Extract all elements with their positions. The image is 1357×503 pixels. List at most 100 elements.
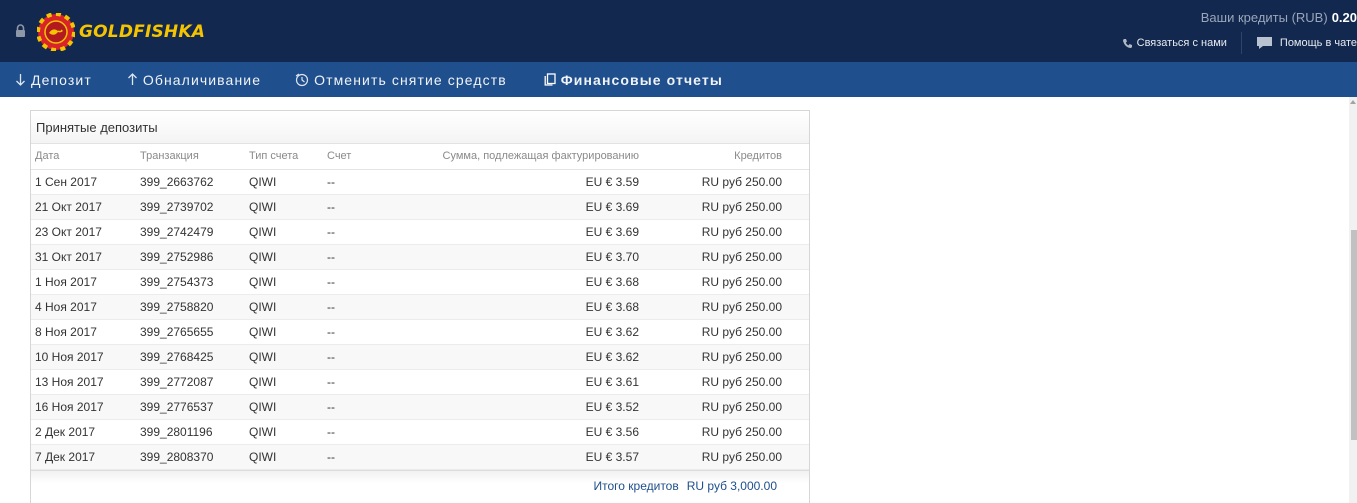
cell-transaction: 399_2772087 — [140, 369, 249, 395]
cell-account-type: QIWI — [249, 344, 327, 370]
cell-account: -- — [327, 269, 397, 295]
cell-invoice-amount: EU € 3.59 — [397, 169, 639, 195]
tab-deposit[interactable]: Депозит — [15, 62, 92, 97]
tab-reports-label: Финансовые отчеты — [560, 71, 723, 88]
accepted-deposits-panel: Принятые депозиты Дата Транзакция Тип сч… — [30, 110, 810, 503]
table-row: 23 Окт 2017 399_2742479 QIWI -- EU € 3.69 RU … — [31, 219, 809, 245]
cell-credits: RU руб 250.00 — [639, 369, 809, 395]
tab-cancel-withdrawal[interactable]: Отменить снятие средств — [295, 62, 507, 97]
cell-account: -- — [327, 419, 397, 445]
cell-account: -- — [327, 219, 397, 245]
cell-date: 8 Ноя 2017 — [31, 319, 140, 345]
cell-account-type: QIWI — [249, 444, 327, 470]
cell-transaction: 399_2754373 — [140, 269, 249, 295]
total-credits-row: Итого кредитов RU руб 3,000.00 — [31, 469, 809, 502]
credits-display: Ваши кредиты (RUB) 0.20 — [1201, 10, 1357, 25]
document-copy-icon — [544, 73, 556, 86]
col-credits: Кредитов — [639, 144, 809, 170]
cell-account-type: QIWI — [249, 269, 327, 295]
cell-date: 4 Ноя 2017 — [31, 294, 140, 320]
cell-credits: RU руб 250.00 — [639, 394, 809, 420]
chat-bubble-icon — [1256, 37, 1272, 49]
cell-date: 23 Окт 2017 — [31, 219, 140, 245]
cell-account-type: QIWI — [249, 294, 327, 320]
cell-date: 1 Ноя 2017 — [31, 269, 140, 295]
cell-account-type: QIWI — [249, 394, 327, 420]
cell-date: 10 Ноя 2017 — [31, 344, 140, 370]
cell-date: 7 Дек 2017 — [31, 444, 140, 470]
casino-chip-icon — [37, 13, 75, 51]
table-row: 4 Ноя 2017 399_2758820 QIWI -- EU € 3.68 RU р… — [31, 294, 809, 320]
table-row: 21 Окт 2017 399_2739702 QIWI -- EU € 3.69 RU … — [31, 194, 809, 220]
table-row: 2 Дек 2017 399_2801196 QIWI -- EU € 3.56 RU р… — [31, 419, 809, 445]
total-value: RU руб 3,000.00 — [686, 479, 777, 493]
arrow-up-icon — [127, 73, 137, 85]
lock-icon — [16, 24, 25, 37]
table-row: 1 Ноя 2017 399_2754373 QIWI -- EU € 3.68 RU р… — [31, 269, 809, 295]
contact-link[interactable]: Связаться с нами — [1122, 37, 1227, 49]
credits-value: 0.20 — [1331, 10, 1357, 25]
cell-account: -- — [327, 244, 397, 270]
table-row: 31 Окт 2017 399_2752986 QIWI -- EU € 3.70 RU … — [31, 244, 809, 270]
cell-account: -- — [327, 294, 397, 320]
cell-account-type: QIWI — [249, 194, 327, 220]
tab-cashout[interactable]: Обналичивание — [127, 62, 261, 97]
cell-account-type: QIWI — [249, 244, 327, 270]
cell-account-type: QIWI — [249, 419, 327, 445]
clock-cancel-icon — [295, 73, 309, 86]
table-row: 16 Ноя 2017 399_2776537 QIWI -- EU € 3.52 RU … — [31, 394, 809, 420]
brand-logo[interactable]: GOLDFISHKA — [37, 12, 205, 52]
table-header-row: Дата Транзакция Тип счета Счет Сумма, по… — [31, 144, 809, 170]
phone-icon — [1122, 38, 1132, 48]
cell-transaction: 399_2765655 — [140, 319, 249, 345]
cashier-nav: Депозит Обналичивание Отменить снятие ср… — [0, 62, 1357, 97]
cell-transaction: 399_2752986 — [140, 244, 249, 270]
cell-invoice-amount: EU € 3.68 — [397, 269, 639, 295]
scrollbar-thumb[interactable] — [1351, 230, 1357, 440]
cell-transaction: 399_2742479 — [140, 219, 249, 245]
table-row: 10 Ноя 2017 399_2768425 QIWI -- EU € 3.62 RU … — [31, 344, 809, 370]
credits-label: Ваши кредиты (RUB) — [1200, 10, 1328, 25]
table-row: 13 Ноя 2017 399_2772087 QIWI -- EU € 3.61 RU … — [31, 369, 809, 395]
cell-account: -- — [327, 319, 397, 345]
cell-invoice-amount: EU € 3.62 — [397, 319, 639, 345]
header-links: Связаться с нами Помощь в чате — [1122, 32, 1357, 54]
header-divider — [1240, 32, 1242, 54]
scroll-up-arrow-icon[interactable] — [1350, 100, 1356, 104]
cell-account-type: QIWI — [249, 169, 327, 195]
cell-credits: RU руб 250.00 — [639, 269, 809, 295]
top-header: GOLDFISHKA Ваши кредиты (RUB) 0.20 Связат… — [0, 0, 1357, 62]
cell-credits: RU руб 250.00 — [639, 444, 809, 470]
cell-transaction: 399_2776537 — [140, 394, 249, 420]
cell-invoice-amount: EU € 3.69 — [397, 194, 639, 220]
cell-transaction: 399_2663762 — [140, 169, 249, 195]
tab-deposit-label: Депозит — [31, 71, 92, 88]
cell-credits: RU руб 250.00 — [639, 294, 809, 320]
table-row: 8 Ноя 2017 399_2765655 QIWI -- EU € 3.62 RU р… — [31, 319, 809, 345]
cell-account: -- — [327, 394, 397, 420]
cell-date: 2 Дек 2017 — [31, 419, 140, 445]
cell-invoice-amount: EU € 3.57 — [397, 444, 639, 470]
cell-credits: RU руб 250.00 — [639, 319, 809, 345]
cell-transaction: 399_2801196 — [140, 419, 249, 445]
cell-date: 13 Ноя 2017 — [31, 369, 140, 395]
cell-account-type: QIWI — [249, 369, 327, 395]
cell-invoice-amount: EU € 3.52 — [397, 394, 639, 420]
cell-account: -- — [327, 444, 397, 470]
cell-invoice-amount: EU € 3.56 — [397, 419, 639, 445]
col-invoice-amount: Сумма, подлежащая фактурированию — [397, 144, 639, 170]
cell-credits: RU руб 250.00 — [639, 219, 809, 245]
cell-date: 16 Ноя 2017 — [31, 394, 140, 420]
total-label: Итого кредитов — [593, 479, 679, 493]
cell-credits: RU руб 250.00 — [639, 419, 809, 445]
cell-date: 31 Окт 2017 — [31, 244, 140, 270]
cell-credits: RU руб 250.00 — [639, 244, 809, 270]
chat-link[interactable]: Помощь в чате — [1256, 36, 1357, 50]
cell-credits: RU руб 250.00 — [639, 169, 809, 195]
tab-financial-reports[interactable]: Финансовые отчеты — [544, 62, 723, 97]
cell-account-type: QIWI — [249, 219, 327, 245]
cell-invoice-amount: EU € 3.70 — [397, 244, 639, 270]
cell-invoice-amount: EU € 3.61 — [397, 369, 639, 395]
tab-cancel-label: Отменить снятие средств — [314, 71, 507, 88]
brand-name: GOLDFISHKA — [79, 22, 206, 42]
